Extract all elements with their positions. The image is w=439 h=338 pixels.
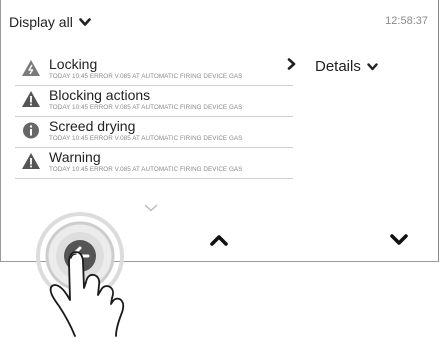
info-icon (23, 122, 39, 139)
chevron-down-icon[interactable] (389, 233, 409, 247)
message-subtitle: TODAY 10:45 ERROR V.085 AT AUTOMATIC FIR… (49, 135, 243, 142)
chevron-down-icon (79, 17, 91, 26)
message-title: Locking (49, 56, 98, 72)
message-item-screed-drying[interactable]: Screed drying TODAY 10:45 ERROR V.085 AT… (15, 117, 293, 148)
warning-flash-icon (22, 60, 40, 76)
display-filter-dropdown[interactable]: Display all (9, 14, 91, 30)
message-item-locking[interactable]: Locking TODAY 10:45 ERROR V.085 AT AUTOM… (15, 55, 293, 86)
message-subtitle: TODAY 10:45 ERROR V.085 AT AUTOMATIC FIR… (49, 166, 243, 173)
details-dropdown[interactable]: Details (315, 58, 378, 75)
message-title: Blocking actions (49, 87, 151, 103)
clock-time: 12:58:37 (385, 15, 428, 27)
chevron-up-icon[interactable] (209, 233, 229, 247)
chevron-down-icon (367, 62, 378, 70)
hand-pointer-icon (49, 251, 125, 337)
message-title: Screed drying (49, 118, 136, 134)
warning-icon (22, 91, 40, 107)
top-bar: Display all 12:58:37 (9, 14, 428, 36)
message-subtitle: TODAY 10:45 ERROR V.085 AT AUTOMATIC FIR… (49, 104, 243, 111)
details-label: Details (315, 58, 361, 75)
scroll-more-chevron-icon[interactable] (144, 204, 158, 212)
warning-icon (22, 153, 40, 169)
message-item-warning[interactable]: Warning TODAY 10:45 ERROR V.085 AT AUTOM… (15, 148, 293, 179)
message-item-blocking-actions[interactable]: Blocking actions TODAY 10:45 ERROR V.085… (15, 86, 293, 117)
message-list: Locking TODAY 10:45 ERROR V.085 AT AUTOM… (15, 55, 293, 179)
message-subtitle: TODAY 10:45 ERROR V.085 AT AUTOMATIC FIR… (49, 73, 243, 80)
chevron-right-icon[interactable] (287, 58, 297, 70)
display-filter-label: Display all (9, 14, 73, 30)
message-title: Warning (49, 149, 101, 165)
